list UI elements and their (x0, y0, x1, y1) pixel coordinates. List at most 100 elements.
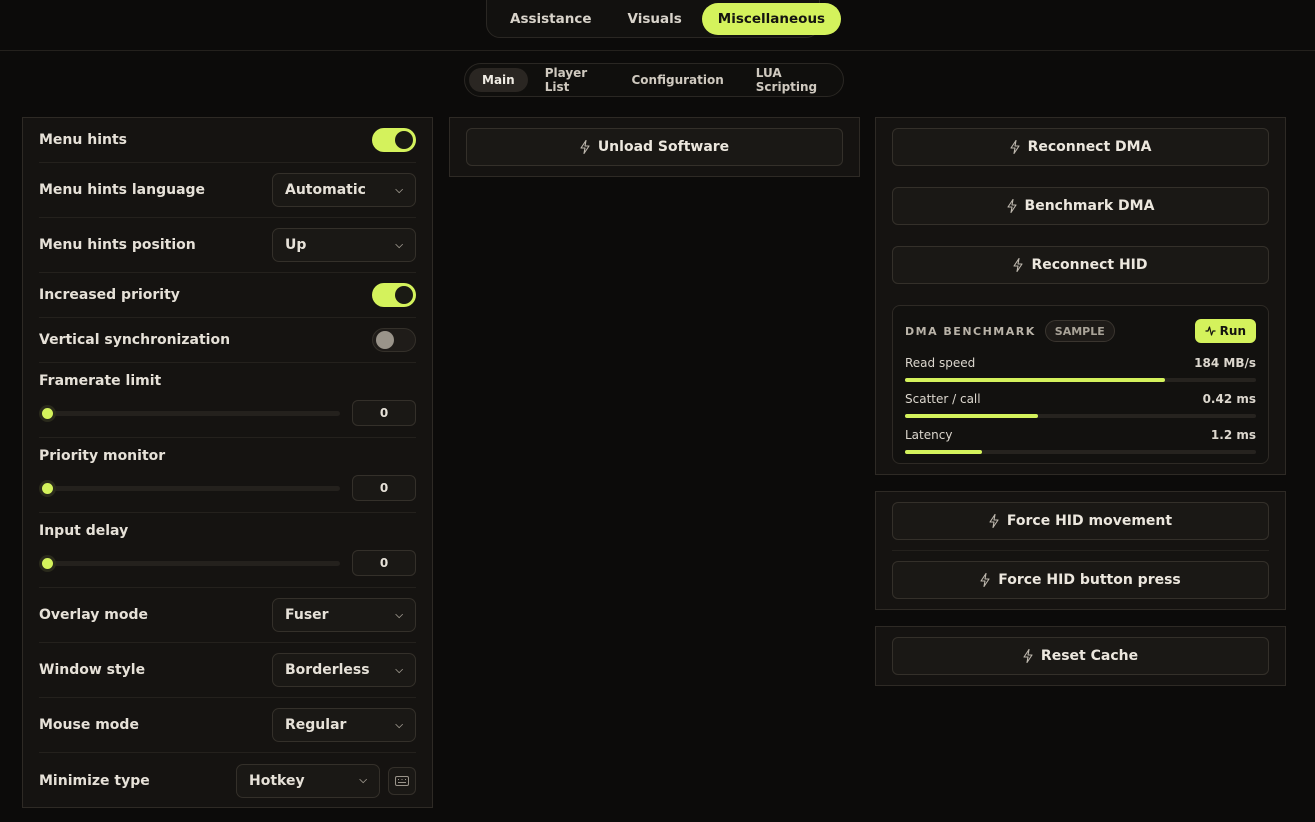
overlay-mode-select[interactable]: Fuser ⌵ (272, 598, 416, 632)
menu-hints-toggle[interactable] (372, 128, 416, 152)
menu-hints-position-label: Menu hints position (39, 237, 196, 253)
button-label: Unload Software (597, 139, 730, 155)
subtab-player-list[interactable]: Player List (532, 66, 613, 94)
reconnect-hid-button[interactable]: Reconnect HID (892, 246, 1269, 284)
run-label: Run (1219, 324, 1246, 338)
sub-tab-bar: Main Player List Configuration LUA Scrip… (464, 63, 844, 97)
sample-badge: SAMPLE (1044, 320, 1115, 342)
button-label: Reconnect HID (1031, 257, 1148, 273)
toggle-knob (376, 331, 394, 349)
unload-software-button[interactable]: Unload Software (466, 128, 843, 166)
chevron-down-icon: ⌵ (395, 609, 403, 621)
metric-bar (905, 450, 1256, 454)
select-value: Up (285, 237, 307, 253)
activity-icon (1205, 326, 1216, 336)
keyboard-icon (395, 775, 409, 786)
menu-hints-position-row: Menu hints position Up ⌵ (39, 218, 416, 273)
metric-latency: Latency 1.2 ms (905, 428, 1256, 464)
vertical-sync-label: Vertical synchronization (39, 332, 231, 348)
button-label: Reconnect DMA (1027, 139, 1152, 155)
select-value: Hotkey (249, 772, 305, 789)
priority-monitor-row: Priority monitor 0 (39, 438, 416, 513)
subtab-main[interactable]: Main (469, 68, 528, 92)
slider-thumb[interactable] (39, 479, 56, 497)
bolt-icon (1023, 649, 1033, 663)
force-hid-button-press-button[interactable]: Force HID button press (892, 561, 1269, 599)
metric-value: 1.2 ms (1210, 428, 1256, 442)
tab-miscellaneous[interactable]: Miscellaneous (701, 3, 842, 35)
window-style-label: Window style (39, 662, 146, 678)
overlay-mode-label: Overlay mode (39, 607, 148, 623)
mouse-mode-select[interactable]: Regular ⌵ (272, 708, 416, 742)
subtab-configuration[interactable]: Configuration (619, 68, 737, 92)
window-style-select[interactable]: Borderless ⌵ (272, 653, 416, 687)
toggle-knob (395, 286, 413, 304)
chevron-down-icon: ⌵ (395, 184, 403, 196)
overlay-mode-row: Overlay mode Fuser ⌵ (39, 588, 416, 643)
input-delay-slider[interactable] (39, 554, 340, 572)
chevron-down-icon: ⌵ (395, 664, 403, 676)
metric-label: Latency (905, 428, 953, 442)
run-benchmark-button[interactable]: Run (1194, 319, 1256, 343)
menu-hints-row: Menu hints (39, 118, 416, 163)
tab-visuals[interactable]: Visuals (612, 3, 698, 35)
minimize-type-select[interactable]: Hotkey ⌵ (236, 763, 380, 798)
window-style-row: Window style Borderless ⌵ (39, 643, 416, 698)
increased-priority-label: Increased priority (39, 287, 180, 303)
framerate-limit-slider[interactable] (39, 404, 340, 422)
slider-thumb[interactable] (39, 404, 56, 422)
subtab-lua-scripting[interactable]: LUA Scripting (743, 66, 839, 94)
metric-bar-fill (905, 414, 1039, 418)
increased-priority-toggle[interactable] (372, 283, 416, 307)
framerate-limit-label: Framerate limit (39, 373, 162, 389)
settings-panel: Menu hints Menu hints language Automatic… (22, 117, 433, 808)
menu-hints-position-select[interactable]: Up ⌵ (272, 228, 416, 262)
increased-priority-row: Increased priority (39, 273, 416, 318)
divider (892, 550, 1269, 551)
priority-monitor-input[interactable]: 0 (352, 475, 416, 501)
bolt-icon (1006, 199, 1017, 213)
metric-bar-fill (905, 450, 983, 454)
select-value: Automatic (285, 182, 366, 198)
menu-hints-language-label: Menu hints language (39, 182, 206, 198)
bolt-icon (580, 140, 590, 154)
menu-hints-label: Menu hints (39, 132, 127, 148)
bolt-icon (1013, 258, 1024, 272)
metric-bar (905, 414, 1256, 418)
vertical-sync-row: Vertical synchronization (39, 318, 416, 363)
priority-monitor-slider[interactable] (39, 479, 340, 497)
metric-value: 184 MB/s (1194, 356, 1256, 370)
framerate-limit-row: Framerate limit 0 (39, 363, 416, 438)
button-label: Force HID button press (998, 572, 1181, 588)
menu-hints-language-select[interactable]: Automatic ⌵ (272, 173, 416, 207)
minimize-type-label: Minimize type (39, 772, 150, 789)
metric-read-speed: Read speed 184 MB/s (905, 356, 1256, 392)
vertical-sync-toggle[interactable] (372, 328, 416, 352)
menu-hints-language-row: Menu hints language Automatic ⌵ (39, 163, 416, 218)
benchmark-dma-button[interactable]: Benchmark DMA (892, 187, 1269, 225)
chevron-down-icon: ⌵ (395, 239, 403, 251)
mouse-mode-label: Mouse mode (39, 717, 139, 733)
reset-cache-button[interactable]: Reset Cache (892, 637, 1269, 675)
chevron-down-icon: ⌵ (395, 719, 403, 731)
metric-value: 0.42 ms (1202, 392, 1256, 406)
input-delay-input[interactable]: 0 (352, 550, 416, 576)
framerate-limit-input[interactable]: 0 (352, 400, 416, 426)
button-label: Benchmark DMA (1024, 198, 1155, 214)
mouse-mode-row: Mouse mode Regular ⌵ (39, 698, 416, 753)
force-hid-movement-button[interactable]: Force HID movement (892, 502, 1269, 540)
reconnect-dma-button[interactable]: Reconnect DMA (892, 128, 1269, 166)
metric-label: Read speed (905, 356, 976, 370)
bolt-icon (980, 573, 990, 587)
slider-thumb[interactable] (39, 554, 56, 572)
toggle-knob (395, 131, 413, 149)
select-value: Regular (285, 717, 347, 733)
keybind-button[interactable] (388, 766, 416, 795)
select-value: Borderless (285, 662, 370, 678)
benchmark-title: DMA BENCHMARK (905, 324, 1036, 338)
metric-label: Scatter / call (905, 392, 981, 406)
tab-assistance[interactable]: Assistance (494, 3, 608, 35)
main-tab-bar: Assistance Visuals Miscellaneous (486, 0, 842, 38)
chevron-down-icon: ⌵ (359, 775, 367, 786)
priority-monitor-label: Priority monitor (39, 448, 166, 464)
